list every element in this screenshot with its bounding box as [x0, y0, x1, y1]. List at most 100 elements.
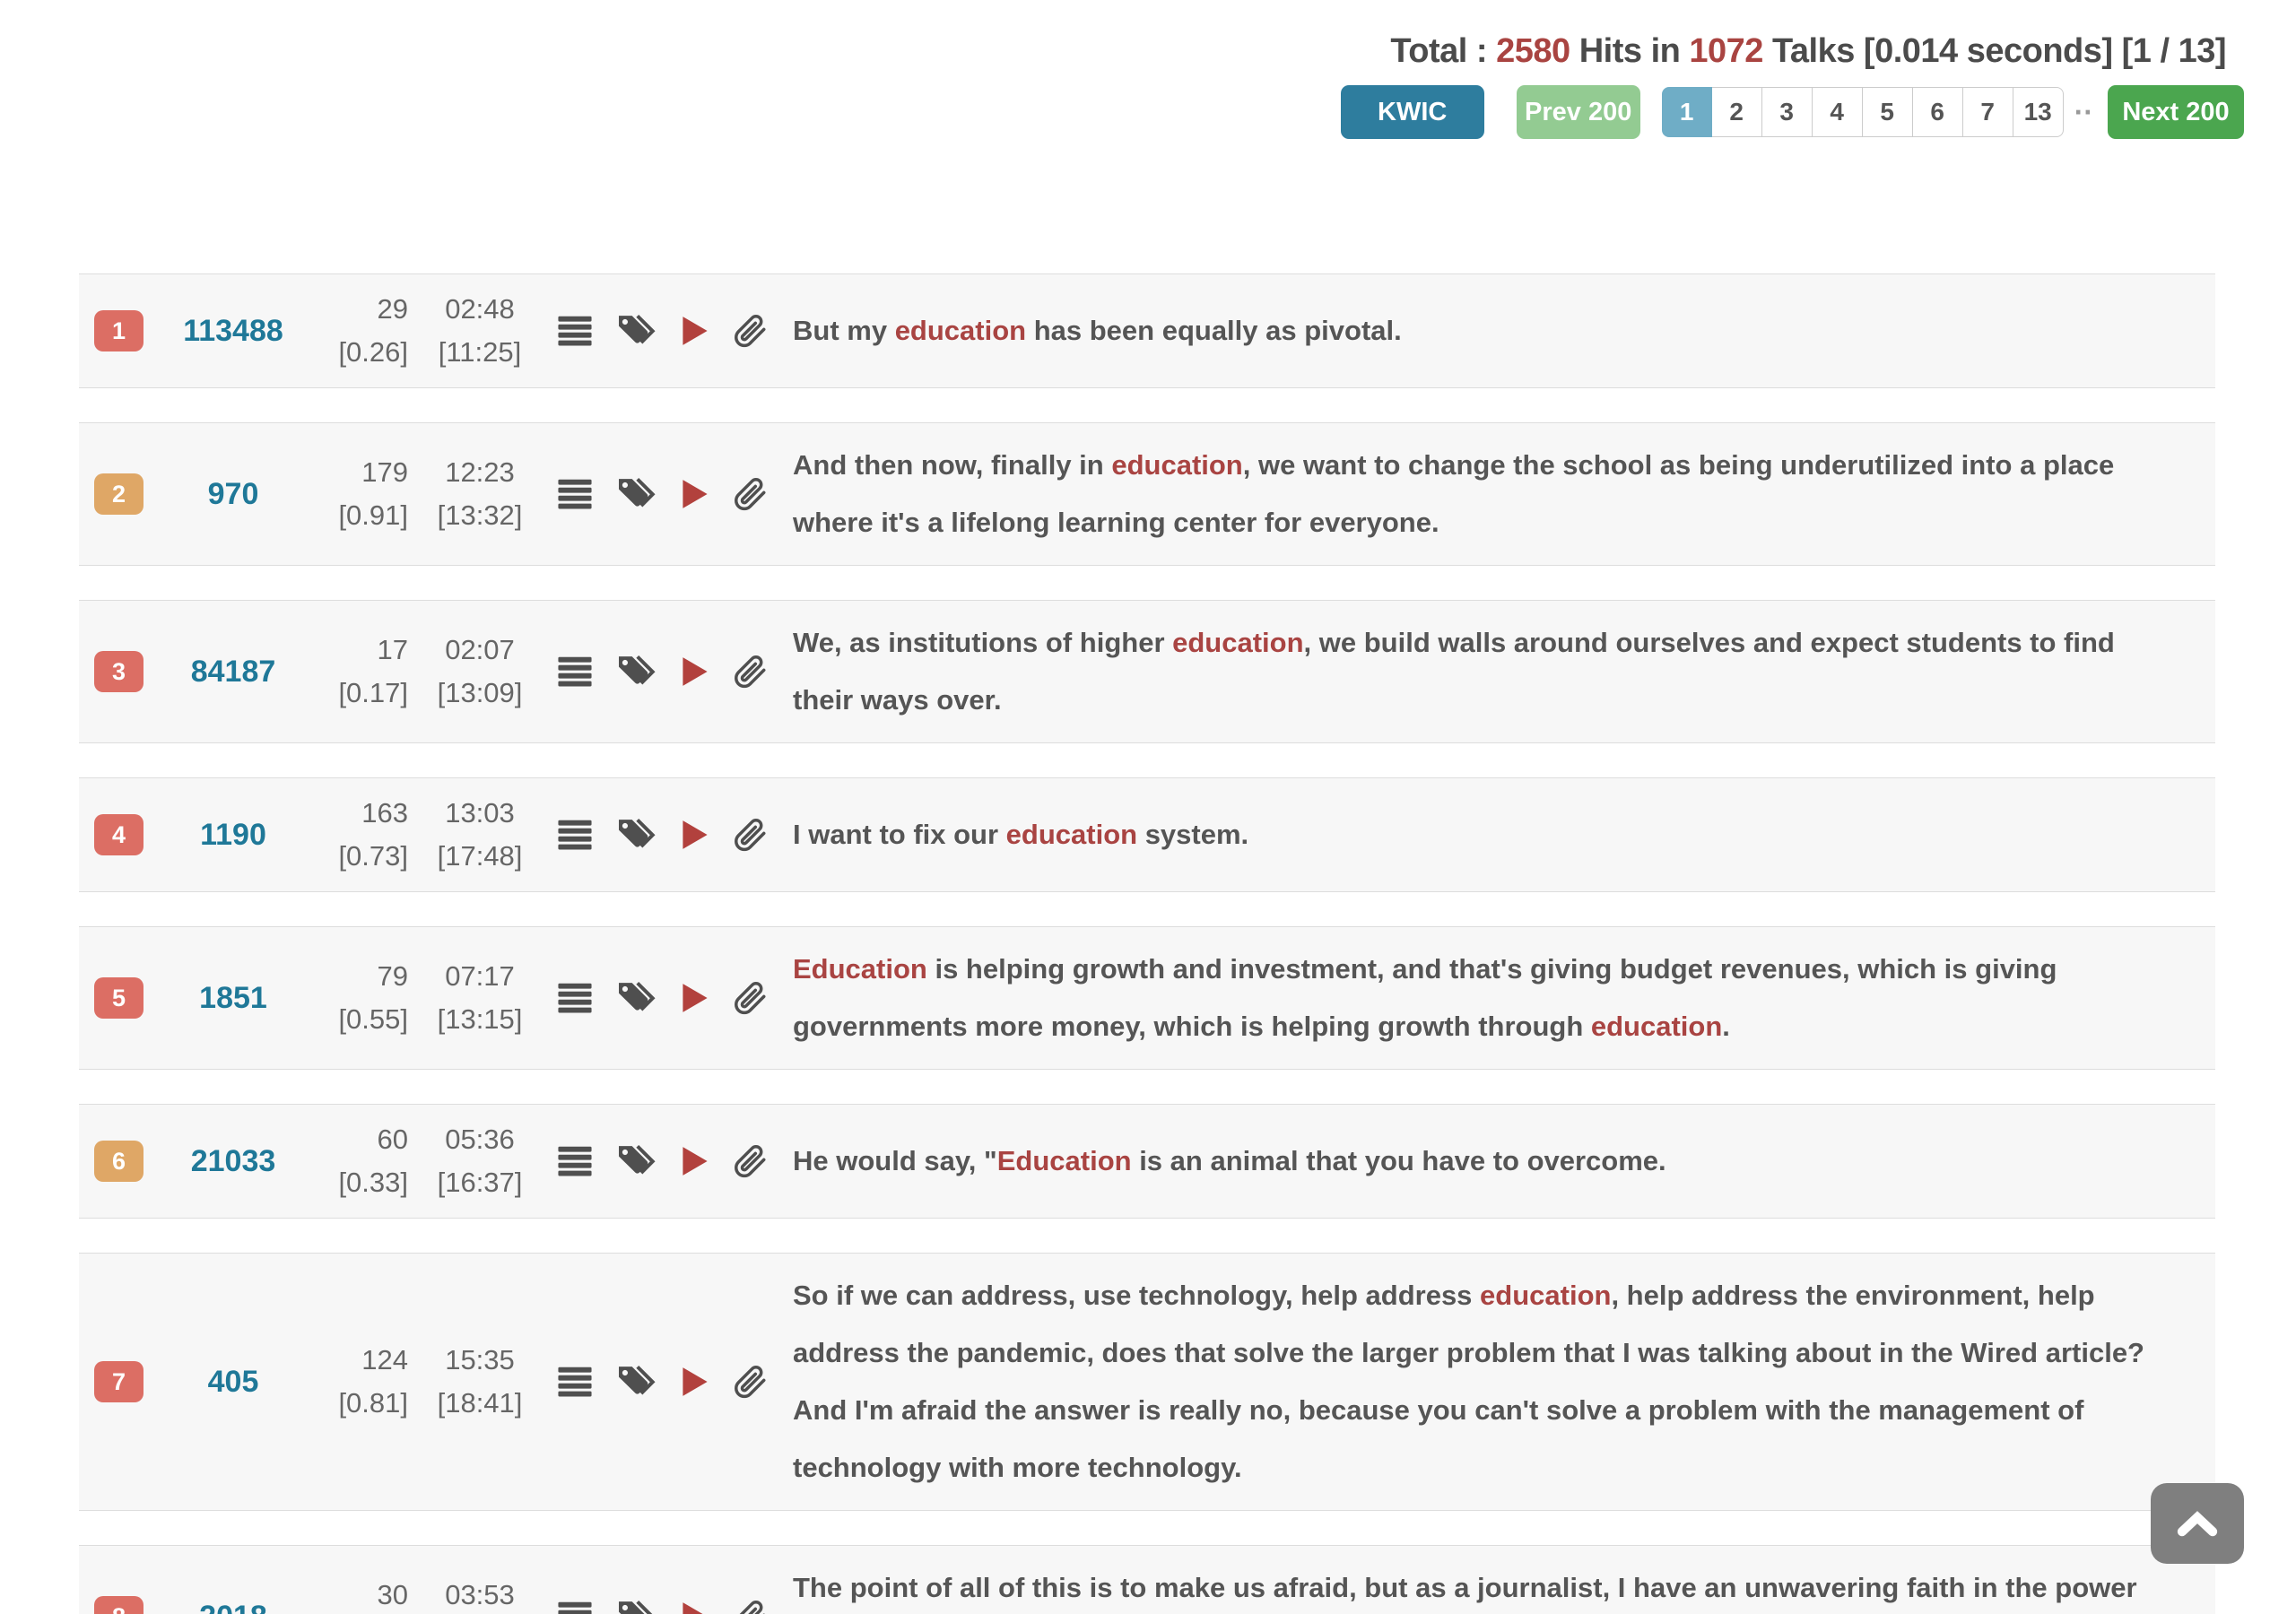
results-summary: Total : 2580 Hits in 1072 Talks [0.014 s…	[0, 32, 2226, 71]
result-number-badge: 7	[94, 1361, 144, 1402]
kwic-button[interactable]: KWIC	[1341, 85, 1484, 139]
tags-icon	[615, 980, 658, 1016]
sentence-segment: So if we can address, use technology, he…	[793, 1280, 1480, 1311]
page-button-1[interactable]: 1	[1662, 87, 1712, 137]
attachment-button[interactable]	[732, 654, 768, 690]
next-200-button[interactable]: Next 200	[2108, 85, 2244, 139]
talk-id-link[interactable]: 2018	[144, 1600, 323, 1614]
tags-button[interactable]	[615, 1143, 658, 1179]
sentence-segment: has been equally as pivotal.	[1026, 315, 1402, 346]
sentence-text: I want to fix our education system.	[793, 806, 2215, 863]
sentence-segment: But my	[793, 315, 895, 346]
paperclip-icon	[732, 980, 768, 1016]
transcript-list-button[interactable]	[558, 479, 592, 509]
talk-id-link[interactable]: 84187	[144, 655, 323, 690]
transcript-list-button[interactable]	[558, 656, 592, 687]
talk-id-link[interactable]: 970	[144, 477, 323, 512]
keyword-highlight: education	[1111, 449, 1242, 481]
sentence-segment: The point of all of this is to make us a…	[793, 1572, 2137, 1614]
prev-200-button[interactable]: Prev 200	[1517, 85, 1640, 139]
page-button-13[interactable]: 13	[2013, 87, 2064, 137]
transcript-list-button[interactable]	[558, 983, 592, 1013]
tags-button[interactable]	[615, 817, 658, 853]
play-button[interactable]	[682, 983, 709, 1013]
keyword-highlight: Education	[997, 1145, 1132, 1176]
attachment-button[interactable]	[732, 476, 768, 512]
talk-id-link[interactable]: 1851	[144, 981, 323, 1016]
hit-ratio: [0.26]	[323, 331, 408, 374]
tags-button[interactable]	[615, 313, 658, 349]
attachment-button[interactable]	[732, 817, 768, 853]
hit-count: 179	[323, 451, 408, 494]
sentence-text: But my education has been equally as piv…	[793, 302, 2215, 360]
row-actions	[558, 817, 775, 853]
play-button[interactable]	[682, 1601, 709, 1614]
talk-id-link[interactable]: 405	[144, 1365, 323, 1400]
hit-ratio: [0.81]	[323, 1382, 408, 1425]
page-button-3[interactable]: 3	[1762, 87, 1813, 137]
play-icon	[682, 316, 709, 346]
talk-id-link[interactable]: 1190	[144, 818, 323, 853]
result-row: 3 84187 17 [0.17] 02:07 [13:09]	[79, 600, 2215, 743]
talk-duration: [13:32]	[413, 494, 547, 537]
hit-count: 17	[323, 629, 408, 672]
transcript-list-button[interactable]	[558, 1146, 592, 1176]
transcript-list-button[interactable]	[558, 1367, 592, 1397]
attachment-button[interactable]	[732, 1599, 768, 1614]
attachment-button[interactable]	[732, 1364, 768, 1400]
time-cell: 02:07 [13:09]	[413, 629, 547, 715]
page-button-2[interactable]: 2	[1712, 87, 1762, 137]
tags-button[interactable]	[615, 476, 658, 512]
play-button[interactable]	[682, 656, 709, 687]
tags-button[interactable]	[615, 980, 658, 1016]
position-cell: 30 [0.83]	[323, 1574, 408, 1614]
talk-duration: [13:15]	[413, 998, 547, 1041]
time-cell: 02:48 [11:25]	[413, 288, 547, 374]
paperclip-icon	[732, 1143, 768, 1179]
time-cell: 05:36 [16:37]	[413, 1118, 547, 1204]
pagination: 123456713	[1662, 87, 2064, 137]
scroll-to-top-button[interactable]	[2151, 1483, 2244, 1564]
tags-button[interactable]	[615, 654, 658, 690]
time-cell: 12:23 [13:32]	[413, 451, 547, 537]
row-actions	[558, 313, 775, 349]
play-button[interactable]	[682, 316, 709, 346]
play-button[interactable]	[682, 1367, 709, 1397]
result-number-badge: 8	[94, 1596, 144, 1614]
play-button[interactable]	[682, 820, 709, 850]
result-number-badge: 1	[94, 310, 144, 351]
tags-button[interactable]	[615, 1599, 658, 1614]
play-icon	[682, 1146, 709, 1176]
page-button-4[interactable]: 4	[1813, 87, 1863, 137]
time-cell: 07:17 [13:15]	[413, 955, 547, 1041]
page-button-5[interactable]: 5	[1863, 87, 1913, 137]
talk-id-link[interactable]: 113488	[144, 314, 323, 349]
hit-count: 29	[323, 288, 408, 331]
hit-time: 12:23	[413, 451, 547, 494]
attachment-button[interactable]	[732, 980, 768, 1016]
page-button-7[interactable]: 7	[1963, 87, 2013, 137]
result-row: 1 113488 29 [0.26] 02:48 [11:25]	[79, 273, 2215, 388]
tags-button[interactable]	[615, 1364, 658, 1400]
result-row: 8 2018 30 [0.83] 03:53 [04:19]	[79, 1545, 2215, 1614]
talk-id-link[interactable]: 21033	[144, 1144, 323, 1179]
paperclip-icon	[732, 817, 768, 853]
paperclip-icon	[732, 654, 768, 690]
hit-time: 03:53	[413, 1574, 547, 1614]
play-button[interactable]	[682, 1146, 709, 1176]
sentence-segment: He would say, "	[793, 1145, 997, 1176]
play-button[interactable]	[682, 479, 709, 509]
hit-count: 124	[323, 1339, 408, 1382]
transcript-list-button[interactable]	[558, 820, 592, 850]
badge-cell: 6	[79, 1141, 144, 1182]
talk-duration: [11:25]	[413, 331, 547, 374]
attachment-button[interactable]	[732, 313, 768, 349]
transcript-list-button[interactable]	[558, 1601, 592, 1614]
position-cell: 79 [0.55]	[323, 955, 408, 1041]
attachment-button[interactable]	[732, 1143, 768, 1179]
result-number-badge: 6	[94, 1141, 144, 1182]
transcript-list-button[interactable]	[558, 316, 592, 346]
badge-cell: 7	[79, 1361, 144, 1402]
keyword-highlight: education	[1591, 1011, 1722, 1042]
page-button-6[interactable]: 6	[1913, 87, 1963, 137]
